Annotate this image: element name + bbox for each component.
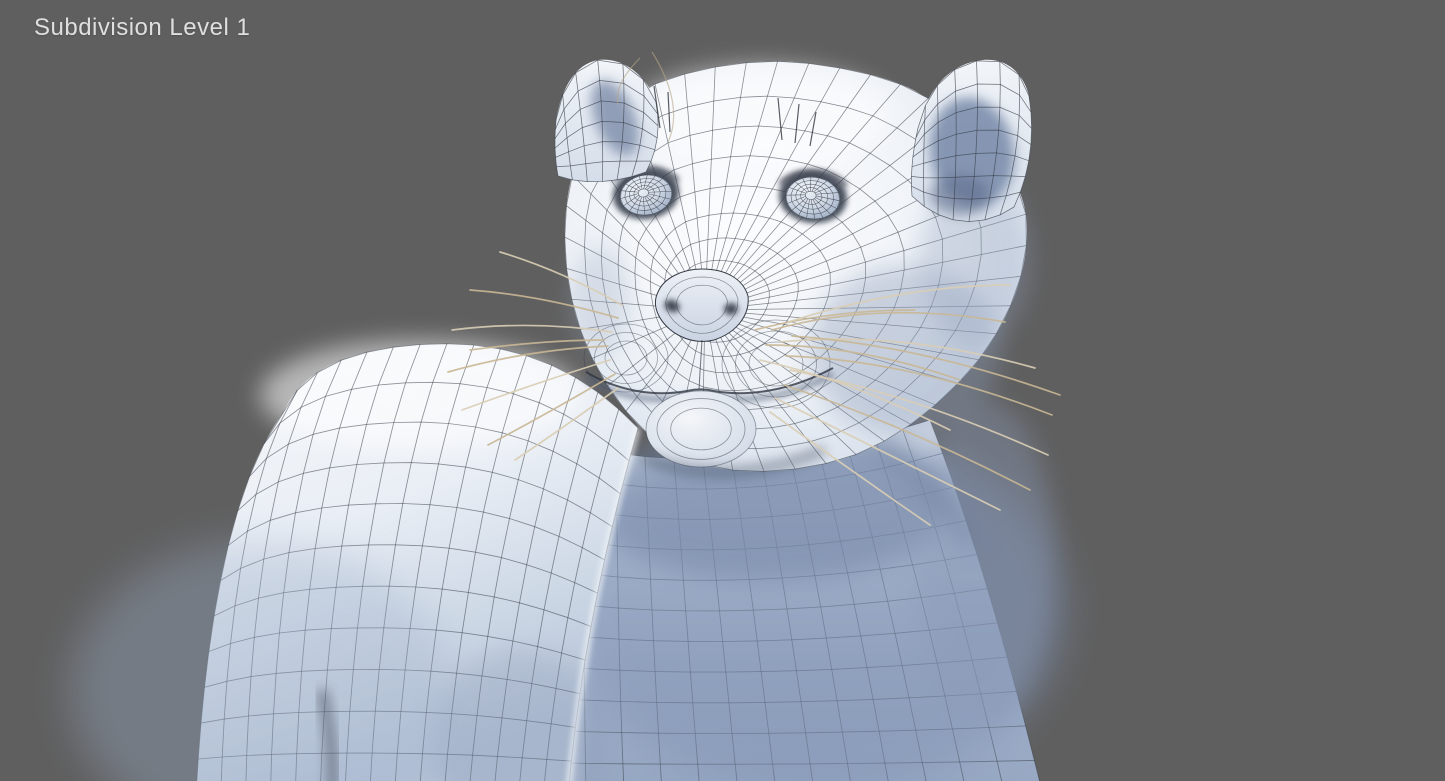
subdivision-level-label: Subdivision Level 1 [34,14,250,42]
chin [646,391,756,467]
render-viewport: Subdivision Level 1 [0,0,1445,781]
wireframe-cat-render [0,0,1445,781]
body-mesh-group [70,340,638,781]
